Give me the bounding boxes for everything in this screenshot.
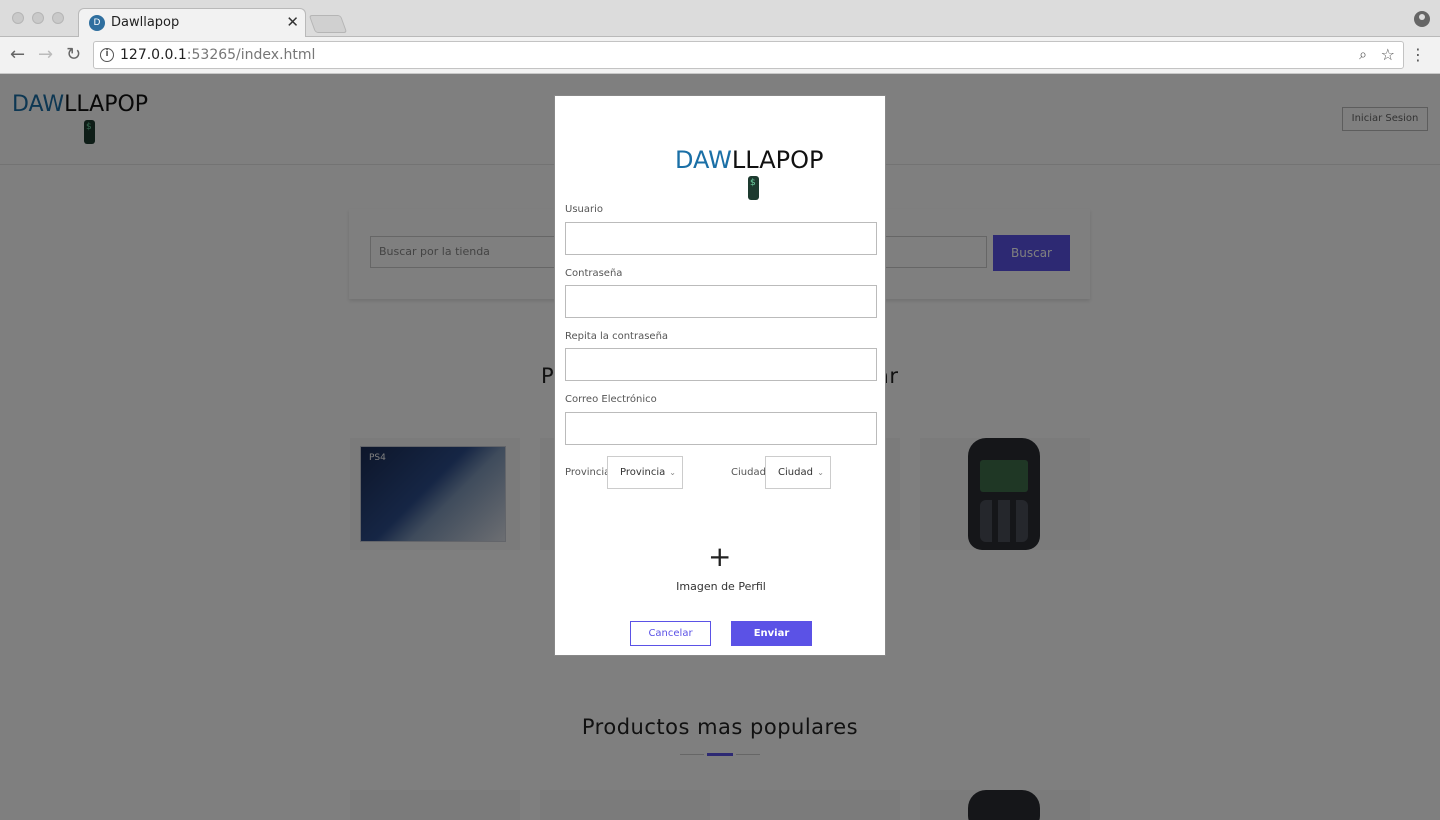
info-icon[interactable]: i: [100, 48, 114, 62]
city-label: Ciudad: [731, 467, 766, 478]
password-label: Contraseña: [565, 268, 623, 279]
city-select[interactable]: Ciudad ⌄: [765, 456, 831, 489]
tab-title: Dawllapop: [111, 15, 180, 30]
cancel-button[interactable]: Cancelar: [630, 621, 711, 646]
address-bar[interactable]: i 127.0.0.1:53265/index.html ⌕ ☆: [93, 41, 1404, 69]
username-field[interactable]: [565, 222, 877, 255]
email-field[interactable]: [565, 412, 877, 445]
url-text: 127.0.0.1:53265/index.html: [120, 47, 316, 63]
price-tag-icon: [748, 176, 759, 200]
province-label: Provincia: [565, 467, 611, 478]
zoom-window-button[interactable]: [52, 12, 64, 24]
close-tab-icon[interactable]: ✕: [286, 13, 299, 31]
email-label: Correo Electrónico: [565, 394, 657, 405]
province-select[interactable]: Provincia ⌄: [607, 456, 683, 489]
profile-icon[interactable]: [1414, 11, 1430, 27]
new-tab-button[interactable]: [308, 15, 348, 33]
zoom-icon[interactable]: ⌕: [1359, 47, 1367, 63]
browser-tab[interactable]: D Dawllapop ✕: [78, 8, 306, 38]
username-label: Usuario: [565, 204, 604, 215]
send-button[interactable]: Enviar: [731, 621, 812, 646]
back-arrow-icon[interactable]: ←: [10, 45, 25, 65]
repeat-password-field[interactable]: [565, 348, 877, 381]
reload-icon[interactable]: ↻: [66, 45, 81, 65]
favicon-icon: D: [89, 15, 105, 31]
chevron-down-icon: ⌄: [817, 468, 824, 477]
plus-icon[interactable]: +: [708, 543, 731, 571]
browser-toolbar: ← → ↻ i 127.0.0.1:53265/index.html ⌕ ☆ ⋮: [0, 37, 1440, 74]
repeat-password-label: Repita la contraseña: [565, 331, 669, 342]
browser-menu-icon[interactable]: ⋮: [1410, 45, 1426, 64]
chevron-down-icon: ⌄: [669, 468, 676, 477]
bookmark-star-icon[interactable]: ☆: [1381, 45, 1395, 64]
password-field[interactable]: [565, 285, 877, 318]
browser-tabbar: D Dawllapop ✕: [0, 0, 1440, 38]
profile-image-label[interactable]: Imagen de Perfil: [555, 580, 887, 593]
minimize-window-button[interactable]: [32, 12, 44, 24]
close-window-button[interactable]: [12, 12, 24, 24]
register-modal: DAWLLAPOP Usuario Contraseña Repita la c…: [554, 95, 886, 656]
forward-arrow-icon[interactable]: →: [38, 45, 53, 65]
modal-logo: DAWLLAPOP: [675, 146, 824, 174]
